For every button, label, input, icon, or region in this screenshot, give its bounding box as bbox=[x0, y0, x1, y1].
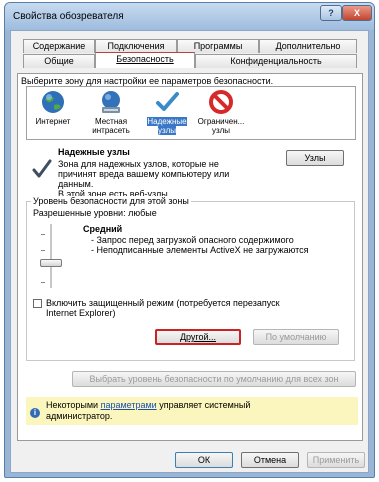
admin-info-pre: Некоторыми bbox=[46, 400, 101, 410]
custom-level-button[interactable]: Другой... bbox=[155, 329, 241, 345]
apply-button[interactable]: Применить bbox=[307, 452, 365, 468]
admin-info-line1: Некоторыми параметрами управляет системн… bbox=[46, 400, 250, 410]
internet-options-window: Свойства обозревателя ? X Содержание Под… bbox=[4, 2, 375, 478]
tab-security[interactable]: Безопасность bbox=[95, 52, 195, 68]
zone-info-desc-1: Зона для надежных узлов, которые не bbox=[58, 159, 219, 169]
slider-thumb[interactable] bbox=[40, 259, 62, 267]
protected-mode-checkbox[interactable] bbox=[33, 299, 42, 308]
protected-mode-label-2: Internet Explorer) bbox=[46, 308, 116, 318]
window-title: Свойства обозревателя bbox=[13, 11, 124, 22]
zone-trusted-sites[interactable]: Надежные узлы bbox=[143, 89, 191, 135]
zone-list: Интернет Местная интрасеть Надежные узлы bbox=[26, 86, 356, 140]
protected-mode-label-1[interactable]: Включить защищенный режим (потребуется п… bbox=[46, 298, 280, 308]
trusted-check-icon bbox=[32, 158, 52, 180]
zone-intranet-label-1: Местная bbox=[94, 117, 128, 126]
tab-advanced[interactable]: Дополнительно bbox=[259, 39, 357, 53]
slider-tick bbox=[41, 234, 45, 235]
intranet-icon bbox=[98, 89, 124, 115]
allowed-levels: Разрешенные уровни: любые bbox=[33, 208, 157, 218]
security-level-group: Уровень безопасности для этой зоны Разре… bbox=[26, 196, 355, 361]
security-panel: Выберите зону для настройки ее параметро… bbox=[17, 73, 363, 441]
globe-icon bbox=[40, 89, 66, 115]
zone-internet[interactable]: Интернет bbox=[29, 89, 77, 126]
zone-trusted-label-2: узлы bbox=[158, 126, 176, 135]
help-button[interactable]: ? bbox=[320, 5, 342, 21]
zone-internet-label: Интернет bbox=[35, 117, 71, 126]
zone-restricted-label-1: Ограничен... bbox=[197, 117, 245, 126]
slider-track bbox=[50, 224, 52, 288]
zone-info-desc-3: данным. bbox=[58, 179, 94, 189]
admin-info-line2: администратор. bbox=[46, 411, 113, 421]
tab-connections[interactable]: Подключения bbox=[95, 39, 177, 53]
level-bullet-2: - Неподписанные элементы ActiveX не загр… bbox=[91, 245, 309, 255]
dialog-client: Содержание Подключения Программы Дополни… bbox=[10, 30, 369, 473]
zone-restricted-label-2: узлы bbox=[212, 126, 230, 135]
tab-privacy[interactable]: Конфиденциальность bbox=[195, 54, 357, 68]
slider-tick bbox=[41, 250, 45, 251]
title-bar[interactable]: Свойства обозревателя ? X bbox=[5, 3, 374, 30]
zone-info-desc-2: причинят вреда вашему компьютеру или bbox=[58, 169, 230, 179]
close-button[interactable]: X bbox=[342, 5, 372, 21]
tab-security-label: Безопасность bbox=[116, 54, 174, 64]
reset-all-zones-button[interactable]: Выбрать уровень безопасности по умолчани… bbox=[72, 371, 356, 387]
default-level-button[interactable]: По умолчанию bbox=[253, 329, 339, 345]
restricted-icon bbox=[208, 89, 234, 115]
level-bullet-1: - Запрос перед загрузкой опасного содерж… bbox=[91, 235, 294, 245]
tab-general[interactable]: Общие bbox=[23, 54, 95, 68]
custom-level-label: Другой... bbox=[179, 332, 217, 342]
ok-button[interactable]: ОК bbox=[175, 452, 233, 468]
level-name: Средний bbox=[83, 224, 123, 234]
admin-info-post: управляет системный bbox=[156, 400, 251, 410]
slider-tick bbox=[41, 282, 45, 283]
tab-content[interactable]: Содержание bbox=[23, 39, 95, 53]
security-level-title: Уровень безопасности для этой зоны bbox=[31, 196, 191, 206]
zone-trusted-label-1: Надежные bbox=[147, 117, 187, 126]
zone-restricted[interactable]: Ограничен... узлы bbox=[197, 89, 245, 135]
checkmark-icon bbox=[154, 89, 180, 115]
cancel-button[interactable]: Отмена bbox=[241, 452, 299, 468]
zone-intranet[interactable]: Местная интрасеть bbox=[87, 89, 135, 135]
zone-info-title: Надежные узлы bbox=[58, 147, 130, 157]
zone-intranet-label-2: интрасеть bbox=[92, 126, 130, 135]
tab-programs[interactable]: Программы bbox=[177, 39, 259, 53]
info-icon: i bbox=[30, 408, 40, 418]
security-level-slider[interactable] bbox=[39, 224, 63, 288]
admin-info-bar: i Некоторыми параметрами управляет систе… bbox=[26, 397, 358, 425]
zone-prompt: Выберите зону для настройки ее параметро… bbox=[21, 76, 274, 86]
sites-button[interactable]: Узлы bbox=[286, 150, 344, 166]
parameters-link[interactable]: параметрами bbox=[101, 400, 157, 410]
